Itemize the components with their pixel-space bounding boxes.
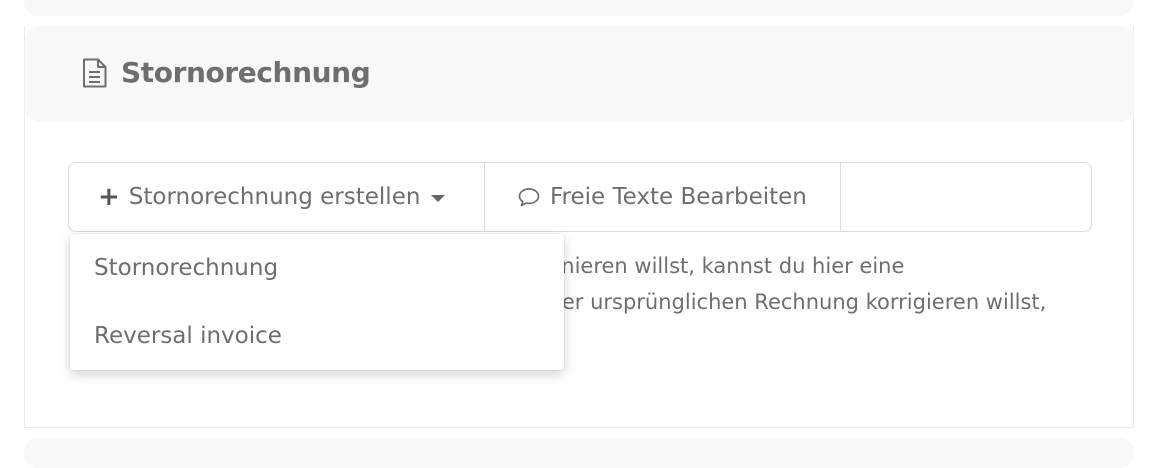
caret-down-icon (431, 195, 446, 202)
card-title: Stornorechnung (121, 56, 371, 89)
create-storno-dropdown-menu: Stornorechnung Reversal invoice (70, 234, 564, 370)
dropdown-item-reversal-invoice[interactable]: Reversal invoice (70, 302, 564, 370)
document-icon (83, 58, 107, 88)
create-storno-label: Stornorechnung erstellen (128, 184, 421, 210)
previous-card (24, 0, 1134, 16)
next-card (24, 438, 1134, 468)
edit-free-texts-button[interactable]: Freie Texte Bearbeiten (485, 163, 841, 231)
plus-icon: + (98, 182, 120, 212)
speech-bubble-icon (518, 188, 540, 207)
dropdown-item-stornorechnung[interactable]: Stornorechnung (70, 234, 564, 302)
toolbar-empty-slot (841, 163, 1091, 231)
card-header: Stornorechnung (25, 26, 1135, 122)
create-storno-dropdown-button[interactable]: + Stornorechnung erstellen (69, 163, 485, 231)
edit-free-texts-label: Freie Texte Bearbeiten (550, 184, 807, 210)
action-button-group: + Stornorechnung erstellen Freie Texte B… (68, 162, 1092, 232)
